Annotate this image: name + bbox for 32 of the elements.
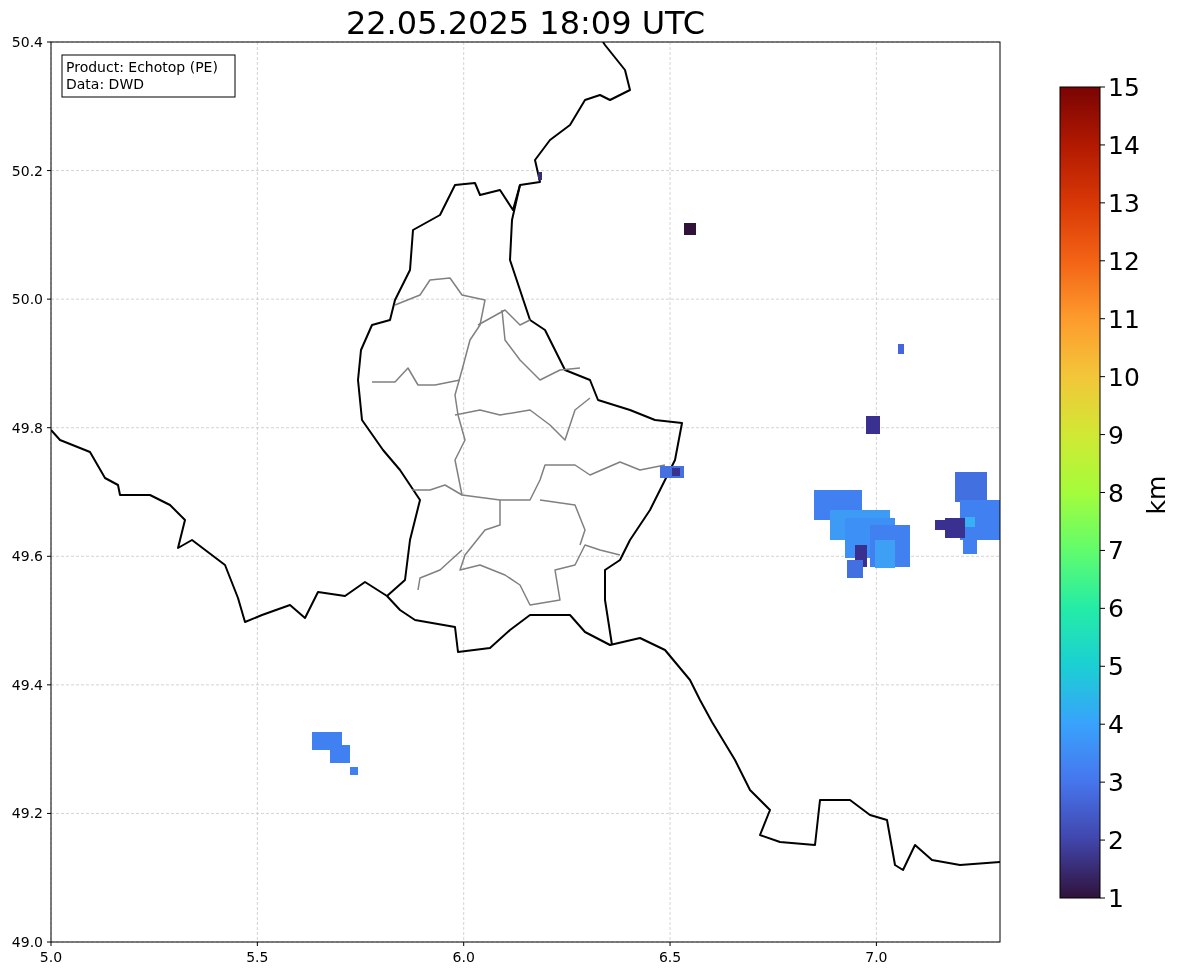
x-axis-label: 5.5 [246,949,269,965]
y-axis-label: 49.4 [11,676,43,693]
scale-label: 9 [1108,420,1124,450]
scale-label: 3 [1108,768,1124,798]
y-axis-label: 50.0 [11,291,43,308]
scale-label: 6 [1108,594,1124,624]
scale-label: 11 [1108,304,1140,334]
scale-label: 8 [1108,478,1124,508]
info-text: Product: Echotop (PE) [66,59,218,75]
scale-label: 5 [1108,652,1124,682]
scale-label: 7 [1108,536,1124,566]
scale-label: 13 [1108,188,1140,218]
y-axis-label: 49.0 [11,934,43,950]
scale-label: 15 [1108,73,1140,102]
scale-label: 12 [1108,246,1140,276]
scale-label: 10 [1108,362,1140,392]
scale-label: 14 [1108,130,1140,160]
scale-label: 2 [1108,826,1124,856]
scale-label: 4 [1108,710,1124,740]
x-axis-label: 6.5 [658,949,682,965]
chart-title: 22.05.2025 18:09 UTC [345,4,706,42]
x-axis-label: 5.0 [39,949,63,965]
info-text: Data: DWD [66,76,144,92]
x-axis-label: 6.0 [452,949,475,965]
scale-unit-label: km [1142,475,1171,515]
y-axis-label: 50.4 [11,34,43,50]
y-axis-label: 50.2 [11,162,43,179]
y-axis-label: 49.8 [11,419,43,436]
y-axis-label: 49.6 [11,548,43,565]
x-axis-label: 7.0 [865,949,888,965]
y-axis-label: 49.2 [11,805,43,822]
scale-label: 1 [1108,884,1124,913]
